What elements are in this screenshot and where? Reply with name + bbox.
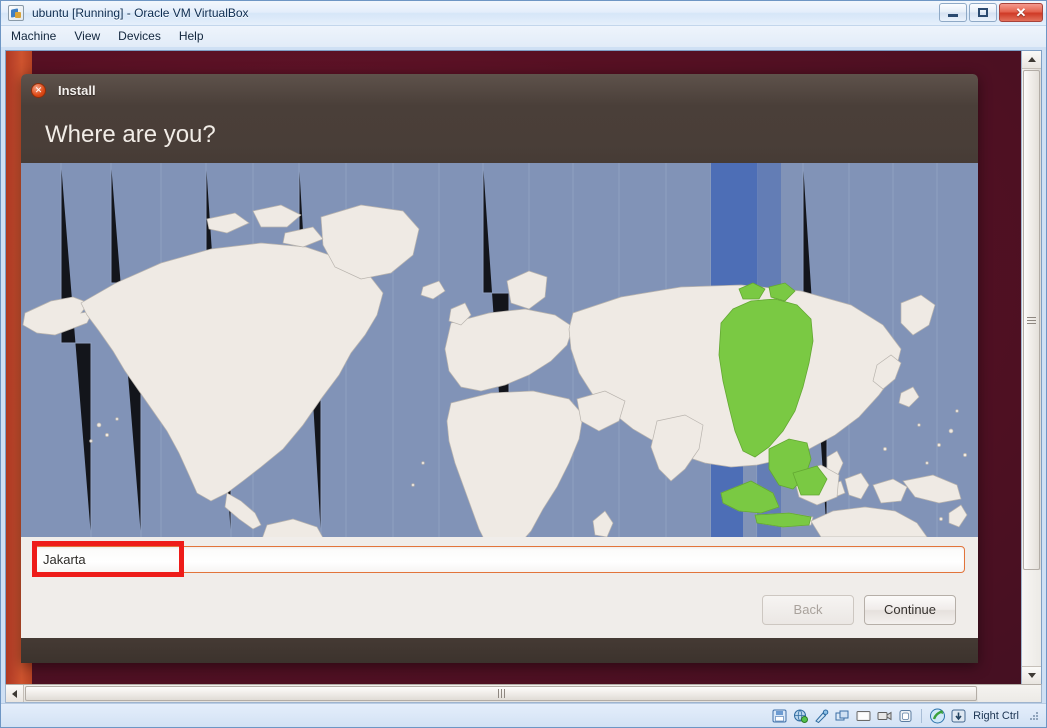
menu-help[interactable]: Help <box>179 27 215 46</box>
close-button[interactable]: ✕ <box>999 3 1043 22</box>
network-icon[interactable] <box>792 708 809 724</box>
install-dialog-footer <box>21 638 978 663</box>
virtualbox-window: ubuntu [Running] - Oracle VM VirtualBox … <box>0 0 1047 728</box>
video-capture-icon[interactable] <box>876 708 893 724</box>
install-dialog-titlebar: ✕ Install <box>21 74 978 106</box>
host-key-icon[interactable] <box>950 708 967 724</box>
guest-horizontal-scrollbar[interactable] <box>5 684 1042 703</box>
maximize-button[interactable] <box>969 3 997 22</box>
install-dialog-title: Install <box>58 82 96 98</box>
minimize-button[interactable] <box>939 3 967 22</box>
horizontal-scrollbar-thumb[interactable] <box>25 686 977 701</box>
shared-folders-icon[interactable] <box>834 708 851 724</box>
location-search-row <box>21 537 978 581</box>
dialog-close-icon[interactable]: ✕ <box>31 82 46 98</box>
dialog-close-glyph: ✕ <box>34 84 43 95</box>
menu-devices[interactable]: Devices <box>118 27 172 46</box>
location-input[interactable] <box>34 545 965 573</box>
scroll-down-icon <box>1027 673 1036 678</box>
display-icon[interactable] <box>855 708 872 724</box>
scrollbar-grip-icon <box>1027 316 1036 324</box>
vbox-titlebar: ubuntu [Running] - Oracle VM VirtualBox … <box>1 1 1046 26</box>
scroll-up-arrow[interactable] <box>1022 51 1041 69</box>
horizontal-scrollbar-track[interactable] <box>978 685 1041 702</box>
virtualization-icon[interactable] <box>929 708 946 724</box>
world-map-graphic <box>21 163 978 537</box>
back-button[interactable]: Back <box>762 594 854 625</box>
host-key-label: Right Ctrl <box>973 709 1019 722</box>
vbox-client-area: ✕ Install Where are you? Jakarta Back Co… <box>1 47 1046 703</box>
virtualbox-icon <box>8 5 24 21</box>
scrollbar-grip-icon-h <box>497 689 505 698</box>
install-heading-bar: Where are you? <box>21 106 978 163</box>
menu-machine[interactable]: Machine <box>11 27 67 46</box>
vbox-menubar: Machine View Devices Help <box>1 26 1046 47</box>
mouse-integration-icon[interactable] <box>897 708 914 724</box>
scroll-down-arrow[interactable] <box>1022 666 1041 684</box>
close-icon: ✕ <box>1015 5 1027 20</box>
vertical-scrollbar-thumb[interactable] <box>1023 70 1040 570</box>
continue-button[interactable]: Continue <box>864 594 956 625</box>
scroll-up-icon <box>1027 57 1036 62</box>
usb-icon[interactable] <box>813 708 830 724</box>
timezone-world-map[interactable] <box>21 163 978 537</box>
minimize-icon <box>948 14 958 17</box>
vertical-scrollbar-track[interactable] <box>1022 570 1041 666</box>
menu-view[interactable]: View <box>74 27 111 46</box>
statusbar-separator <box>921 708 923 723</box>
window-title: ubuntu [Running] - Oracle VM VirtualBox <box>32 6 249 20</box>
vbox-statusbar: Right Ctrl <box>1 703 1046 727</box>
resize-grip[interactable] <box>1028 710 1040 722</box>
page-title: Where are you? <box>45 120 216 148</box>
guest-frame: ✕ Install Where are you? Jakarta Back Co… <box>5 50 1042 684</box>
guest-screen: ✕ Install Where are you? Jakarta Back Co… <box>6 51 1021 684</box>
scroll-left-arrow[interactable] <box>6 685 24 702</box>
maximize-icon <box>978 8 988 17</box>
ubuntu-install-dialog: ✕ Install Where are you? Jakarta Back Co… <box>21 74 978 663</box>
guest-vertical-scrollbar[interactable] <box>1021 51 1041 684</box>
window-controls: ✕ <box>939 3 1043 22</box>
scroll-left-icon <box>12 689 17 698</box>
dialog-button-row: Back Continue <box>21 581 978 638</box>
floppy-disk-icon[interactable] <box>771 708 788 724</box>
